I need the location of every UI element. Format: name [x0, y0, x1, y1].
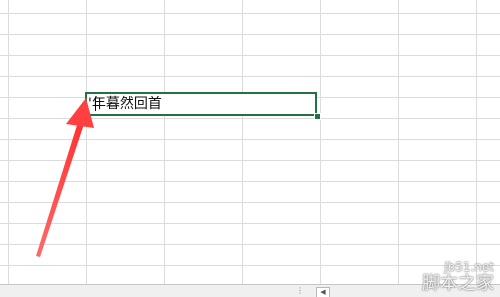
- split-divider-icon[interactable]: ⋮: [296, 287, 304, 295]
- text-cursor: [95, 97, 96, 111]
- watermark: jb51.net 脚本之家: [422, 261, 494, 294]
- spreadsheet-window: '年暮然回首 ⋮ ◀ jb51.net 脚本之家: [0, 0, 500, 297]
- scroll-left-icon[interactable]: ◀: [316, 287, 330, 297]
- fill-handle[interactable]: [314, 113, 321, 120]
- watermark-name: 脚本之家: [422, 273, 494, 294]
- cell-grid[interactable]: [0, 0, 500, 284]
- cell-text: '年暮然回首: [88, 96, 162, 112]
